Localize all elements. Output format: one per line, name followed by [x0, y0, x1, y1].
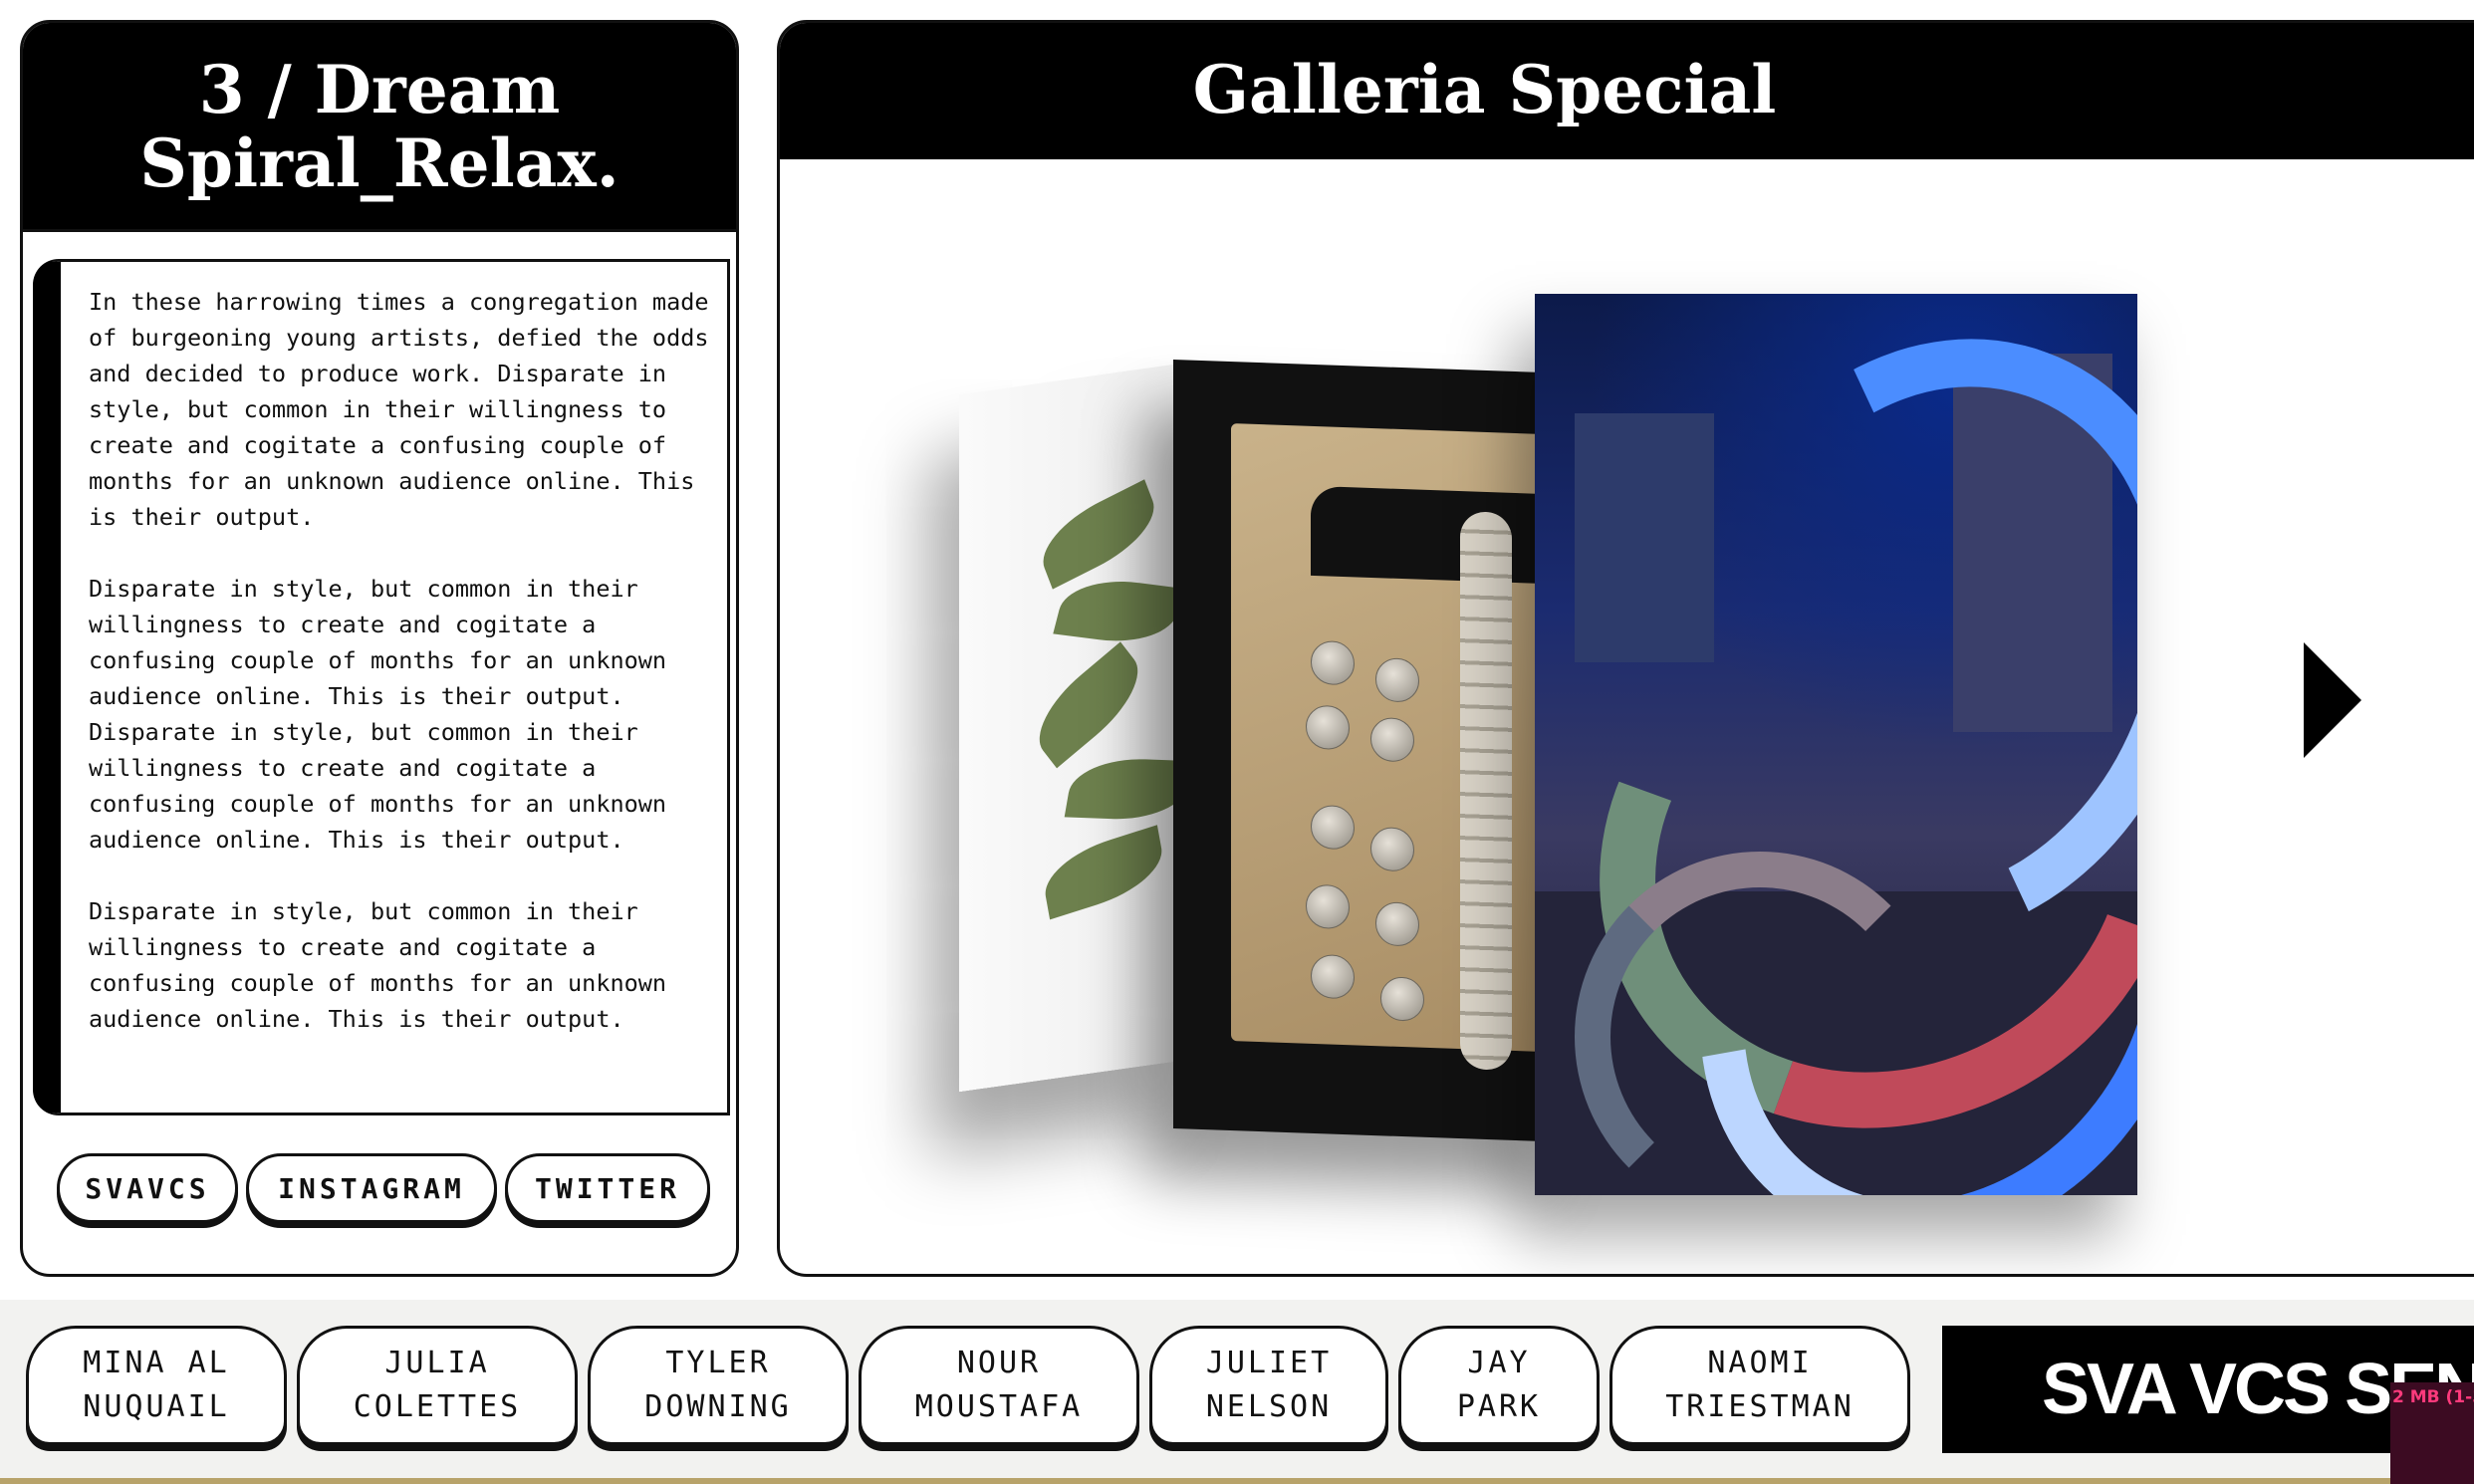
instagram-link-button[interactable]: INSTAGRAM: [246, 1153, 497, 1223]
page: 3 / Dream Spiral_Relax. In these harrowi…: [0, 0, 2474, 1484]
coin: [1370, 826, 1414, 872]
coin: [1370, 716, 1414, 763]
coin: [1311, 804, 1355, 851]
gallery-title: Galleria Special: [1192, 51, 1777, 128]
social-links: SVAVCS INSTAGRAM TWITTER: [57, 1153, 710, 1223]
artist-name: JAY PARK: [1456, 1346, 1542, 1424]
artist-button-nour-moustafa[interactable]: NOUR MOUSTAFA: [859, 1326, 1139, 1445]
twitter-link-button[interactable]: TWITTER: [505, 1153, 710, 1223]
artist-name: NAOMI TRIESTMAN: [1665, 1346, 1855, 1424]
artist-button-tyler-downing[interactable]: TYLER DOWNING: [588, 1326, 849, 1445]
artist-list: MINA AL NUQUAIL JULIA COLETTES TYLER DOW…: [26, 1326, 1910, 1445]
leaf-shape: [1064, 756, 1188, 822]
svavcs-link-button[interactable]: SVAVCS: [57, 1153, 238, 1223]
leaf-shape: [1039, 825, 1168, 920]
artist-button-mina-al-nuquail[interactable]: MINA AL NUQUAIL: [26, 1326, 287, 1445]
coin: [1375, 901, 1419, 947]
info-panel: 3 / Dream Spiral_Relax. In these harrowi…: [20, 20, 739, 1277]
description-paragraph-2: Disparate in style, but common in their …: [89, 575, 667, 854]
description-paragraph-1: In these harrowing times a congregation …: [89, 288, 709, 531]
gallery-carousel: [780, 159, 2474, 1274]
artist-name: NOUR MOUSTAFA: [914, 1346, 1084, 1424]
artist-button-naomi-triestman[interactable]: NAOMI TRIESTMAN: [1609, 1326, 1910, 1445]
artist-button-jay-park[interactable]: JAY PARK: [1398, 1326, 1600, 1445]
cloth-cutout: [1311, 485, 1572, 587]
memory-label: 2 MB (1-3: [2392, 1387, 2474, 1407]
coin-stack: [1460, 511, 1512, 1071]
info-header: 3 / Dream Spiral_Relax.: [23, 23, 736, 232]
description-paragraph-3: Disparate in style, but common in their …: [89, 897, 667, 1033]
artist-name: MINA AL NUQUAIL: [83, 1346, 230, 1424]
cloth-backdrop: [1231, 423, 1572, 1071]
artist-button-julia-colettes[interactable]: JULIA COLETTES: [297, 1326, 578, 1445]
gallery-panel: Galleria Special: [777, 20, 2474, 1277]
artist-name: TYLER DOWNING: [644, 1346, 792, 1424]
coin: [1311, 953, 1355, 1000]
page-title: 3 / Dream Spiral_Relax.: [139, 50, 619, 202]
coin: [1306, 883, 1350, 930]
coin: [1375, 657, 1419, 703]
next-arrow-icon[interactable]: [2304, 642, 2361, 758]
artist-name: JULIA COLETTES: [353, 1346, 522, 1424]
coin: [1380, 976, 1424, 1022]
artwork-card-leaves[interactable]: [959, 362, 1188, 1093]
artist-button-juliet-nelson[interactable]: JULIET NELSON: [1149, 1326, 1388, 1445]
artwork-card-coins[interactable]: [1173, 360, 1572, 1142]
gallery-header: Galleria Special: [780, 23, 2474, 159]
description-card: In these harrowing times a congregation …: [33, 259, 730, 1115]
leaf-shape: [1032, 479, 1165, 590]
artist-name: JULIET NELSON: [1205, 1346, 1333, 1424]
leaf-shape: [1022, 641, 1155, 769]
leaf-shape: [1053, 574, 1184, 649]
artwork-card-neon-swirl[interactable]: [1535, 294, 2137, 1195]
coin: [1306, 704, 1350, 751]
coin: [1311, 639, 1355, 686]
